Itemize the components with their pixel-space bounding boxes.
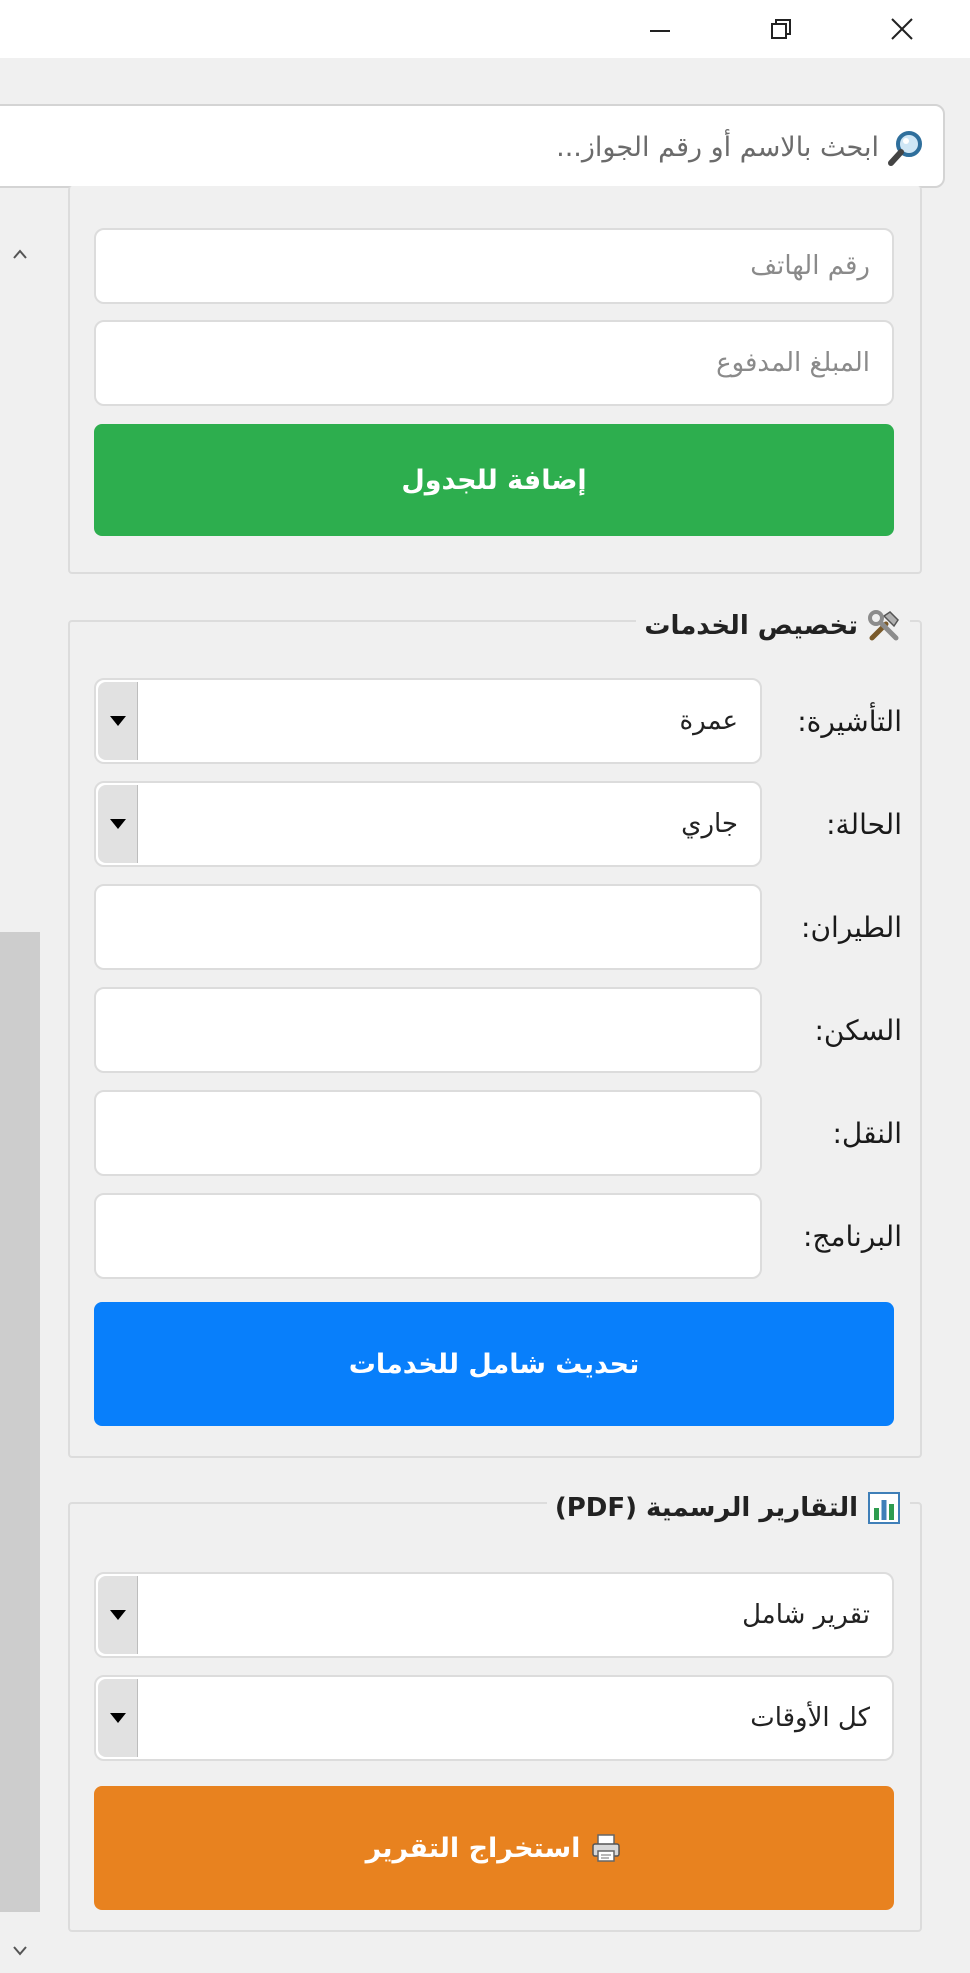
phone-placeholder: رقم الهاتف <box>750 251 870 281</box>
tools-icon <box>868 610 899 641</box>
printer-icon <box>592 1834 621 1862</box>
visa-select[interactable]: عمرة <box>94 678 762 764</box>
phone-field[interactable]: رقم الهاتف <box>94 228 894 304</box>
dropdown-arrow-icon <box>109 1610 126 1620</box>
scrollbar-thumb[interactable] <box>0 932 40 1912</box>
add-to-table-label: إضافة للجدول <box>401 464 587 496</box>
reports-title-text: التقارير الرسمية (PDF) <box>554 1493 858 1523</box>
search-icon <box>888 131 922 166</box>
period-select[interactable]: كل الأوقات <box>94 1675 894 1761</box>
report-type-dropdown-button[interactable] <box>98 1576 138 1654</box>
scrollbar[interactable] <box>0 226 48 1973</box>
amount-field[interactable]: المبلغ المدفوع <box>94 320 894 406</box>
minimize-icon <box>650 30 670 32</box>
chevron-up-icon <box>13 249 27 259</box>
flight-label: الطيران: <box>801 910 902 944</box>
close-icon <box>891 18 913 40</box>
flight-field[interactable] <box>94 884 762 970</box>
visa-label: التأشيرة: <box>797 704 902 738</box>
add-to-table-button[interactable]: إضافة للجدول <box>94 424 894 536</box>
housing-label: السكن: <box>814 1013 903 1047</box>
report-type-value: تقرير شامل <box>742 1600 870 1630</box>
amount-placeholder: المبلغ المدفوع <box>716 348 870 378</box>
status-select[interactable]: جاري <box>94 781 762 867</box>
export-report-button[interactable]: استخراج التقرير <box>94 1786 894 1910</box>
transport-field[interactable] <box>94 1090 762 1176</box>
reports-title: التقارير الرسمية (PDF) <box>546 1490 910 1526</box>
close-button[interactable] <box>867 0 937 58</box>
minimize-button[interactable] <box>625 0 695 58</box>
status-dropdown-button[interactable] <box>98 785 138 863</box>
program-field[interactable] <box>94 1193 762 1279</box>
period-value: كل الأوقات <box>750 1703 870 1733</box>
dropdown-arrow-icon <box>109 819 126 829</box>
status-value: جاري <box>681 809 738 839</box>
services-title-text: تخصيص الخدمات <box>644 611 858 641</box>
scroll-area: رقم الهاتف المبلغ المدفوع إضافة للجدول ت… <box>0 186 970 1973</box>
app-window: ابحث بالاسم أو رقم الجواز... رقم الهاتف … <box>0 0 970 1973</box>
dropdown-arrow-icon <box>109 1713 126 1723</box>
restore-icon <box>771 19 791 39</box>
status-label: الحالة: <box>826 807 902 841</box>
period-dropdown-button[interactable] <box>98 1679 138 1757</box>
housing-field[interactable] <box>94 987 762 1073</box>
scroll-down-button[interactable] <box>0 1931 40 1971</box>
bar-chart-icon <box>868 1492 900 1524</box>
update-services-button[interactable]: تحديث شامل للخدمات <box>94 1302 894 1426</box>
export-report-label: استخراج التقرير <box>365 1832 581 1864</box>
update-services-label: تحديث شامل للخدمات <box>348 1348 640 1380</box>
transport-label: النقل: <box>832 1116 902 1150</box>
services-panel: تخصيص الخدمات التأشيرة: عمرة الحالة: جار… <box>68 608 922 1458</box>
program-label: البرنامج: <box>802 1219 902 1253</box>
restore-button[interactable] <box>746 0 816 58</box>
chevron-down-icon <box>13 1946 27 1956</box>
reports-panel: التقارير الرسمية (PDF) تقرير شامل كل الأ… <box>68 1490 922 1932</box>
title-bar <box>0 0 970 58</box>
scroll-up-button[interactable] <box>0 234 40 274</box>
dropdown-arrow-icon <box>109 716 126 726</box>
client-form-panel: رقم الهاتف المبلغ المدفوع إضافة للجدول <box>68 186 922 574</box>
search-placeholder: ابحث بالاسم أو رقم الجواز... <box>556 132 879 163</box>
search-input[interactable]: ابحث بالاسم أو رقم الجواز... <box>0 104 945 188</box>
services-title: تخصيص الخدمات <box>636 608 910 644</box>
visa-dropdown-button[interactable] <box>98 682 138 760</box>
visa-value: عمرة <box>679 706 738 736</box>
report-type-select[interactable]: تقرير شامل <box>94 1572 894 1658</box>
